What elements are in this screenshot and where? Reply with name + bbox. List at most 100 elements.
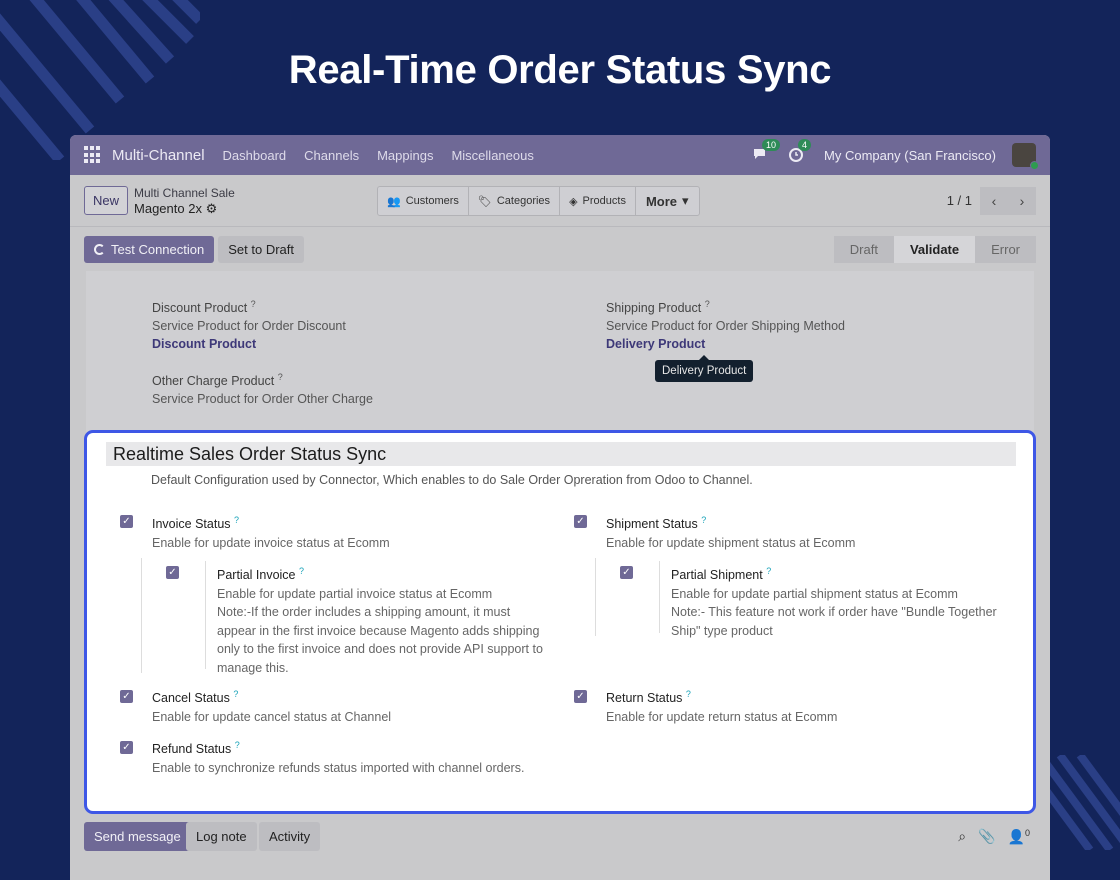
partial-invoice-note-1: Note:-If the order includes a shipping a…	[217, 605, 511, 620]
indent-divider	[205, 561, 206, 669]
tooltip: Delivery Product	[655, 355, 754, 382]
top-navbar: Multi-Channel Dashboard Channels Mapping…	[70, 135, 1050, 175]
indent-divider	[141, 558, 142, 673]
stripe-decoration	[1050, 755, 1120, 850]
pager-next-button[interactable]: ›	[1008, 186, 1036, 215]
invoice-status-label: Invoice Status	[152, 517, 231, 532]
cancel-status-help: Enable for update cancel status at Chann…	[152, 709, 392, 724]
indent-divider	[659, 561, 660, 633]
caret-down-icon: ▾	[682, 193, 689, 208]
indent-divider	[595, 558, 596, 636]
apps-grid-icon[interactable]	[84, 146, 102, 164]
partial-shipment-option: Partial Shipment ? Enable for update par…	[671, 562, 997, 640]
nav-miscellaneous[interactable]: Miscellaneous	[451, 148, 533, 163]
invoice-status-option: Invoice Status ? Enable for update invoi…	[152, 511, 390, 552]
help-icon[interactable]: ?	[235, 740, 240, 750]
gear-icon[interactable]: ⚙	[206, 201, 218, 216]
help-icon[interactable]: ?	[299, 566, 304, 576]
stage-validate[interactable]: Validate	[893, 235, 976, 263]
customers-label: Customers	[405, 195, 459, 207]
tag-icon: 🏷	[477, 195, 492, 208]
nav-dashboard[interactable]: Dashboard	[223, 148, 287, 163]
shipping-product-label: Shipping Product	[606, 301, 702, 316]
breadcrumb-parent[interactable]: Multi Channel Sale	[134, 186, 235, 201]
refund-status-checkbox[interactable]: ✓	[120, 741, 133, 754]
stage-pipeline: Draft Validate Error	[833, 235, 1036, 263]
followers-icon[interactable]: 👤0	[1008, 828, 1030, 846]
categories-smart-button[interactable]: 🏷 Categories	[469, 187, 561, 215]
discount-product-help: Service Product for Order Discount	[152, 319, 346, 334]
messages-button[interactable]: 10	[752, 139, 781, 164]
search-icon[interactable]: ⌕	[958, 828, 966, 846]
shipping-product-field: Shipping Product ? Service Product for O…	[606, 295, 845, 353]
cancel-status-label: Cancel Status	[152, 691, 230, 706]
activities-badge: 4	[798, 139, 812, 151]
discount-product-value[interactable]: Discount Product	[152, 335, 346, 353]
activity-button[interactable]: Activity	[259, 822, 321, 851]
test-connection-button[interactable]: Test Connection	[84, 235, 215, 263]
refresh-icon	[94, 243, 105, 255]
set-to-draft-button[interactable]: Set to Draft	[218, 235, 304, 263]
partial-invoice-checkbox[interactable]: ✓	[166, 566, 179, 579]
shipment-status-checkbox[interactable]: ✓	[574, 515, 587, 528]
partial-invoice-option: Partial Invoice ? Enable for update part…	[217, 562, 543, 677]
panel-description: Default Configuration used by Connector,…	[151, 473, 753, 487]
log-note-button[interactable]: Log note	[186, 822, 257, 851]
discount-product-label: Discount Product	[152, 301, 248, 316]
help-icon[interactable]: ?	[766, 566, 771, 576]
help-icon[interactable]: ?	[278, 372, 283, 382]
smart-buttons: 👥 Customers 🏷 Categories ◈ Products More ▾	[377, 186, 700, 216]
stage-draft[interactable]: Draft	[833, 235, 894, 263]
user-avatar[interactable]	[1012, 143, 1039, 170]
customers-smart-button[interactable]: 👥 Customers	[378, 187, 469, 215]
users-icon: 👥	[387, 195, 401, 208]
more-label: More	[645, 193, 678, 209]
more-dropdown[interactable]: More ▾	[636, 187, 699, 215]
partial-invoice-help: Enable for update partial invoice status…	[217, 586, 493, 601]
help-icon[interactable]: ?	[233, 689, 238, 699]
chatter: Send message Log note Activity ⌕ 📎 👤0	[70, 820, 1050, 880]
new-button[interactable]: New	[84, 186, 129, 215]
help-icon[interactable]: ?	[705, 299, 710, 309]
nav-channels[interactable]: Channels	[304, 148, 359, 163]
send-message-button[interactable]: Send message	[84, 822, 191, 851]
control-panel: New Multi Channel Sale Magento 2x ⚙ 👥 Cus…	[70, 175, 1050, 227]
stage-error[interactable]: Error	[975, 235, 1036, 263]
partial-shipment-note-2: Ship" type product	[671, 623, 773, 638]
return-status-help: Enable for update return status at Ecomm	[606, 709, 838, 724]
refund-status-option: Refund Status ? Enable to synchronize re…	[152, 736, 524, 777]
other-charge-product-label: Other Charge Product	[152, 374, 275, 389]
status-sync-panel: Realtime Sales Order Status Sync Default…	[84, 430, 1036, 814]
return-status-label: Return Status	[606, 691, 683, 706]
pager-previous-button[interactable]: ‹	[980, 186, 1008, 215]
app-brand[interactable]: Multi-Channel	[112, 147, 205, 164]
refund-status-label: Refund Status	[152, 742, 232, 757]
refund-status-help: Enable to synchronize refunds status imp…	[152, 760, 525, 775]
help-icon[interactable]: ?	[701, 515, 706, 525]
cancel-status-checkbox[interactable]: ✓	[120, 690, 133, 703]
test-connection-label: Test Connection	[111, 241, 205, 257]
nav-mappings[interactable]: Mappings	[377, 148, 433, 163]
invoice-status-help: Enable for update invoice status at Ecom…	[152, 535, 390, 550]
messages-badge: 10	[762, 139, 781, 151]
pager-value[interactable]: 1 / 1	[947, 193, 972, 208]
breadcrumb: Multi Channel Sale Magento 2x ⚙	[134, 186, 235, 216]
categories-label: Categories	[496, 195, 551, 207]
shipping-product-value[interactable]: Delivery Product	[606, 335, 845, 353]
invoice-status-checkbox[interactable]: ✓	[120, 515, 133, 528]
help-icon[interactable]: ?	[251, 299, 256, 309]
other-charge-product-field: Other Charge Product ? Service Product f…	[152, 368, 373, 408]
help-icon[interactable]: ?	[686, 689, 691, 699]
return-status-option: Return Status ? Enable for update return…	[606, 685, 837, 726]
partial-shipment-checkbox[interactable]: ✓	[620, 566, 633, 579]
activities-button[interactable]: 4	[788, 139, 812, 164]
help-icon[interactable]: ?	[234, 515, 239, 525]
cancel-status-option: Cancel Status ? Enable for update cancel…	[152, 685, 391, 726]
company-switcher[interactable]: My Company (San Francisco)	[824, 148, 996, 163]
shipment-status-option: Shipment Status ? Enable for update ship…	[606, 511, 855, 552]
products-smart-button[interactable]: ◈ Products	[560, 187, 636, 215]
partial-invoice-note-2: appear in the first invoice because Mage…	[217, 623, 540, 638]
paperclip-icon[interactable]: 📎	[978, 828, 995, 846]
cubes-icon: ◈	[569, 195, 578, 208]
return-status-checkbox[interactable]: ✓	[574, 690, 587, 703]
